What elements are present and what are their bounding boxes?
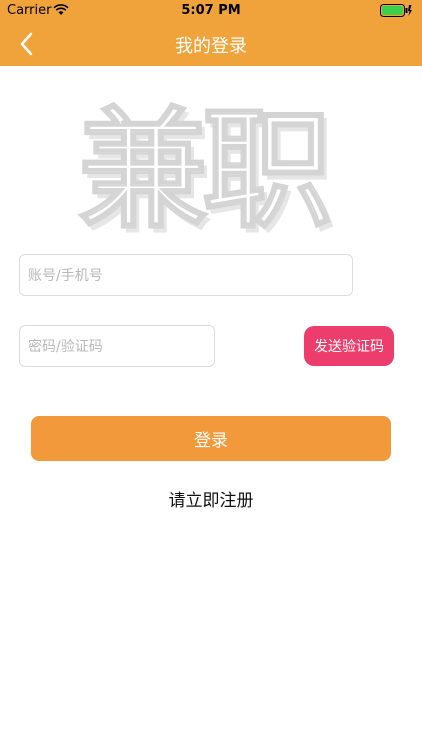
top-bar: Carrier 5:07 PM 我的登录 <box>0 0 422 66</box>
account-input[interactable]: 账号/手机号 <box>19 254 353 296</box>
logo-text: 兼职 <box>77 93 333 247</box>
password-placeholder: 密码/验证码 <box>28 339 103 355</box>
login-label: 登录 <box>194 431 228 451</box>
account-placeholder: 账号/手机号 <box>28 268 103 284</box>
register-link[interactable]: 请立即注册 <box>0 486 422 511</box>
clock: 5:07 PM <box>181 3 241 18</box>
navigation-bar: 我的登录 <box>0 22 422 66</box>
password-input[interactable]: 密码/验证码 <box>19 325 215 367</box>
login-button[interactable]: 登录 <box>31 416 391 461</box>
logo: 兼职 <box>77 90 348 250</box>
page-title: 我的登录 <box>175 36 247 57</box>
send-code-label: 发送验证码 <box>314 339 384 355</box>
battery-icon <box>380 4 412 21</box>
send-code-button[interactable]: 发送验证码 <box>304 326 394 366</box>
status-bar: Carrier 5:07 PM <box>0 0 422 22</box>
